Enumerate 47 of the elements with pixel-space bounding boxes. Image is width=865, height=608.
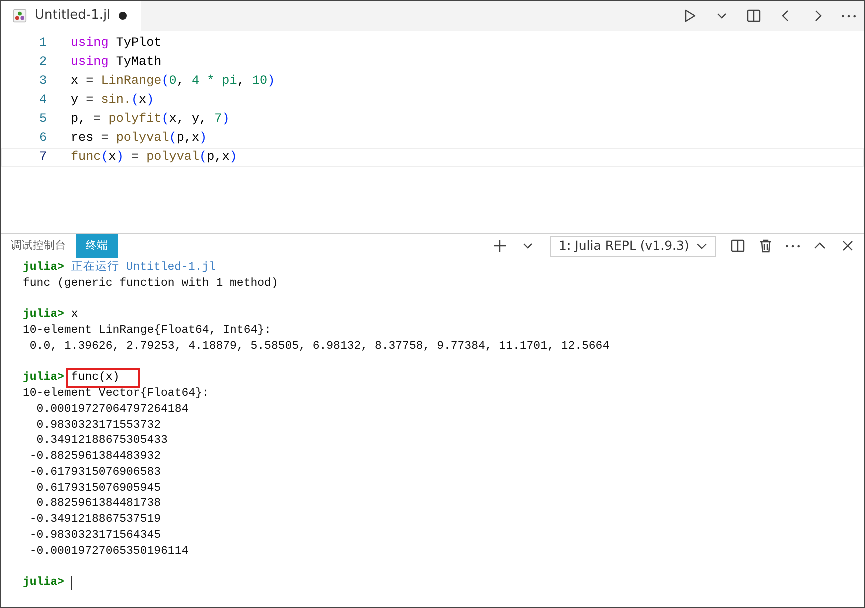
trash-icon	[758, 238, 774, 254]
output-text: 0.8825961384481738	[36, 496, 162, 512]
output-text: 10-element Vector{Float64}:	[23, 386, 210, 402]
output-text: 0.9830323171553732	[36, 418, 162, 434]
line-number: 1	[38, 35, 48, 52]
prompt-text: julia>	[23, 307, 64, 323]
line-number: 3	[38, 73, 48, 90]
more-icon	[842, 14, 856, 18]
code-text: func(x) = polyval(p,x)	[71, 149, 238, 166]
line-number: 7	[38, 149, 48, 166]
line-number: 5	[38, 111, 48, 128]
command-text: 正在运行 Untitled-1.jl	[71, 260, 216, 276]
line-number: 4	[38, 92, 48, 110]
highlighted-command: func(x)	[68, 370, 138, 386]
code-text: y = sin.(x)	[71, 92, 154, 110]
line-number: 6	[38, 130, 48, 148]
tab-title: Untitled-1.jl	[35, 7, 111, 26]
prompt-text: julia>	[23, 575, 64, 591]
output-text: -0.8825961384483932	[28, 449, 162, 465]
output-text: 0.34912188675305433	[36, 433, 168, 449]
editor-tab[interactable]: Untitled-1.jl	[1, 1, 141, 31]
output-text: func (generic function with 1 method)	[23, 276, 278, 292]
output-text: -0.9830323171564345	[28, 528, 162, 544]
split-icon	[746, 8, 762, 24]
code-text: x = LinRange(0, 4 * pi, 10)	[71, 73, 276, 90]
panel-tab[interactable]: 调试控制台	[1, 234, 76, 258]
terminal-select[interactable]: 1: Julia REPL (v1.9.3)	[550, 236, 716, 256]
output-text: -0.3491218867537519	[28, 512, 162, 528]
julia-file-icon	[13, 9, 27, 23]
output-text: 10-element LinRange{Float64, Int64}:	[23, 323, 272, 339]
prompt-text: julia>	[23, 370, 64, 386]
text-cursor	[71, 576, 72, 590]
output-text: -0.6179315076906583	[28, 464, 162, 480]
output-text: 0.0, 1.39626, 2.79253, 4.18879, 5.58505, 6.98132, 8.37758, 9.77384, 11.1701, 12.5664	[28, 338, 610, 354]
output-text: -0.00019727065350196114	[28, 544, 189, 560]
code-text: p, = polyfit(x, y, 7)	[71, 111, 230, 128]
more-icon	[786, 244, 800, 248]
code-text: res = polyval(p,x)	[71, 130, 208, 148]
command-text: x	[71, 307, 78, 323]
line-number: 2	[38, 54, 48, 72]
output-text: 0.6179315076905945	[36, 480, 162, 496]
split-icon	[730, 238, 746, 254]
output-text: 0.00019727064797264184	[36, 402, 189, 418]
code-text: using TyMath	[71, 54, 162, 72]
code-text: using TyPlot	[71, 35, 162, 52]
plus-icon	[492, 238, 508, 254]
prompt-text: julia>	[23, 260, 64, 276]
